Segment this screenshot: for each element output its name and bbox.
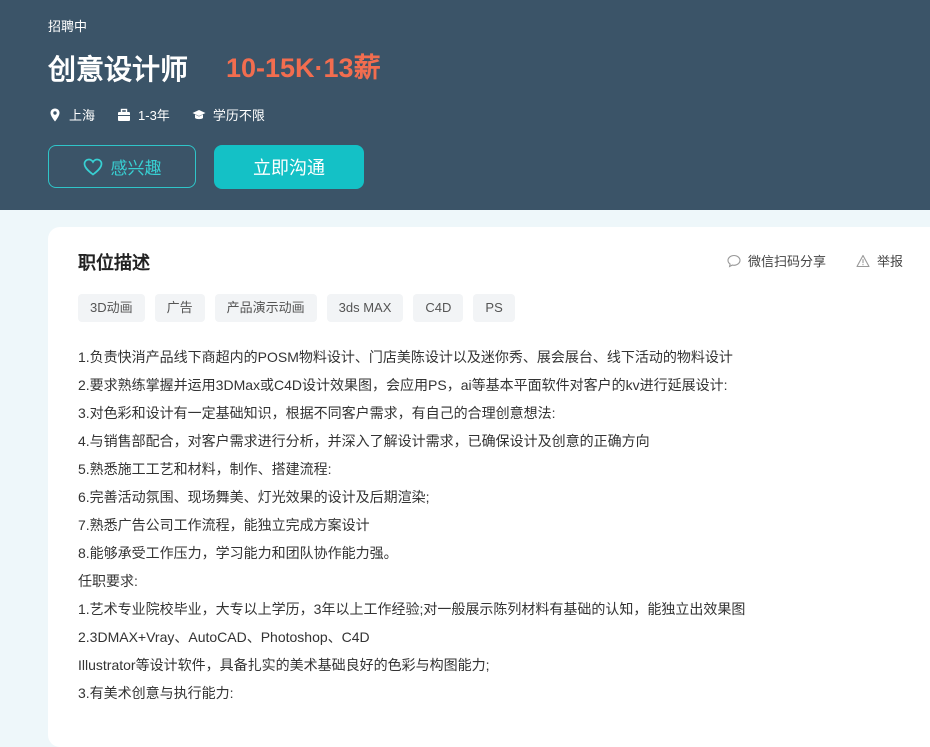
- job-description-text: 1.负责快消产品线下商超内的POSM物料设计、门店美陈设计以及迷你秀、展会展台、…: [78, 343, 908, 707]
- job-salary: 10-15K·13薪: [226, 53, 381, 83]
- heart-icon: [83, 158, 102, 176]
- description-line: 2.3DMAX+Vray、AutoCAD、Photoshop、C4D: [78, 629, 370, 645]
- location-pin-icon: [50, 108, 60, 121]
- meta-location-label: 上海: [69, 108, 96, 123]
- description-line: 8.能够承受工作压力，学习能力和团队协作能力强。: [78, 545, 398, 561]
- meta-experience-label: 1-3年: [138, 108, 170, 123]
- skill-tag: 广告: [154, 294, 205, 322]
- meta-location: 上海: [48, 105, 95, 124]
- description-line: 2.要求熟练掌握并运用3DMax或C4D设计效果图，会应用PS，ai等基本平面软…: [78, 377, 728, 393]
- graduation-cap-icon: [192, 109, 206, 119]
- description-line: 1.负责快消产品线下商超内的POSM物料设计、门店美陈设计以及迷你秀、展会展台、…: [78, 349, 733, 365]
- meta-education: 学历不限: [192, 105, 265, 124]
- interest-button[interactable]: 感兴趣: [48, 145, 196, 188]
- card-actions: 微信扫码分享 举报: [697, 251, 903, 270]
- briefcase-icon: [118, 108, 131, 121]
- job-meta: 上海 1-3年 学历不限: [48, 105, 287, 124]
- description-line: 3.对色彩和设计有一定基础知识，根据不同客户需求，有自己的合理创意想法:: [78, 405, 556, 421]
- skill-tags: 3D动画 广告 产品演示动画 3ds MAX C4D PS: [78, 294, 525, 322]
- skill-tag: 3ds MAX: [326, 294, 404, 322]
- description-line: 3.有美术创意与执行能力:: [78, 685, 234, 701]
- description-line: 7.熟悉广告公司工作流程，能独立完成方案设计: [78, 517, 370, 533]
- skill-tag: C4D: [413, 294, 464, 322]
- requirements-heading: 任职要求:: [78, 573, 138, 589]
- meta-experience: 1-3年: [117, 105, 170, 124]
- wechat-share-action[interactable]: 微信扫码分享: [727, 251, 826, 270]
- description-line: 4.与销售部配合，对客户需求进行分析，并深入了解设计需求，已确保设计及创意的正确…: [78, 433, 650, 449]
- warning-triangle-icon: [856, 254, 870, 267]
- description-line: 5.熟悉施工工艺和材料，制作、搭建流程:: [78, 461, 332, 477]
- report-label: 举报: [876, 254, 903, 269]
- interest-button-label: 感兴趣: [110, 159, 162, 178]
- job-description-card: 职位描述 微信扫码分享 举报 3D动画 广告 产品演示动画 3ds MAX C4…: [48, 227, 930, 747]
- chat-now-button-label: 立即沟通: [253, 158, 325, 178]
- section-title: 职位描述: [78, 253, 150, 273]
- skill-tag: PS: [473, 294, 515, 322]
- job-title: 创意设计师: [48, 54, 189, 85]
- job-status: 招聘中: [48, 19, 88, 34]
- description-line: 1.艺术专业院校毕业，大专以上学历，3年以上工作经验;对一般展示陈列材料有基础的…: [78, 601, 746, 617]
- description-line: 6.完善活动氛围、现场舞美、灯光效果的设计及后期渲染;: [78, 489, 430, 505]
- chat-now-button[interactable]: 立即沟通: [214, 145, 364, 189]
- job-header: 招聘中 创意设计师 10-15K·13薪 上海 1-3年 学历不限 感兴趣 立即…: [0, 0, 930, 210]
- description-line: Illustrator等设计软件，具备扎实的美术基础良好的色彩与构图能力;: [78, 657, 490, 673]
- wechat-share-label: 微信扫码分享: [747, 254, 826, 269]
- report-action[interactable]: 举报: [856, 251, 903, 270]
- skill-tag: 3D动画: [78, 294, 145, 322]
- chat-bubble-icon: [727, 254, 741, 268]
- meta-education-label: 学历不限: [212, 108, 265, 123]
- skill-tag: 产品演示动画: [214, 294, 317, 322]
